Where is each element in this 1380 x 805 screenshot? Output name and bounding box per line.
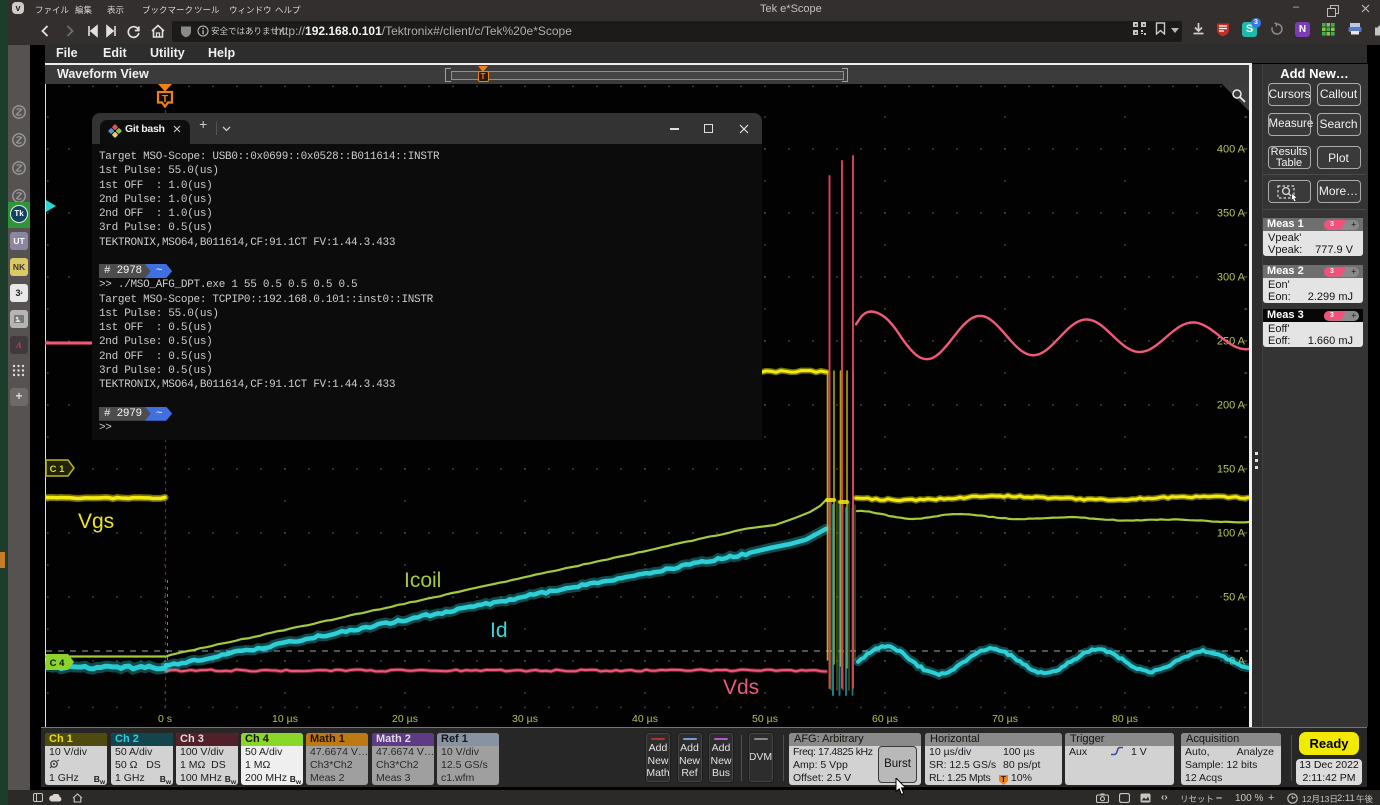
svg-text:50 µs: 50 µs — [752, 713, 778, 725]
svg-text:400 A: 400 A — [1217, 144, 1246, 156]
svg-text:150 A: 150 A — [1217, 464, 1246, 476]
svg-text:C 1: C 1 — [50, 464, 66, 475]
svg-text:70 µs: 70 µs — [992, 713, 1018, 725]
svg-text:Id: Id — [490, 619, 508, 642]
svg-text:30 µs: 30 µs — [512, 713, 538, 725]
svg-text:80 µs: 80 µs — [1112, 713, 1138, 725]
svg-text:100 A: 100 A — [1217, 528, 1246, 540]
svg-text:10 µs: 10 µs — [272, 713, 298, 725]
svg-text:C 4: C 4 — [50, 658, 66, 669]
svg-text:20 µs: 20 µs — [392, 713, 418, 725]
svg-text:Icoil: Icoil — [404, 569, 441, 592]
svg-text:Vds: Vds — [723, 676, 759, 699]
svg-text:40 µs: 40 µs — [632, 713, 658, 725]
svg-text:Vgs: Vgs — [78, 510, 114, 533]
svg-text:350 A: 350 A — [1217, 208, 1246, 220]
svg-text:200 A: 200 A — [1217, 400, 1246, 412]
svg-text:T: T — [162, 93, 169, 105]
svg-text:300 A: 300 A — [1217, 272, 1246, 284]
svg-text:60 µs: 60 µs — [872, 713, 898, 725]
svg-text:0 s: 0 s — [158, 713, 172, 725]
svg-text:50 A: 50 A — [1223, 592, 1246, 604]
